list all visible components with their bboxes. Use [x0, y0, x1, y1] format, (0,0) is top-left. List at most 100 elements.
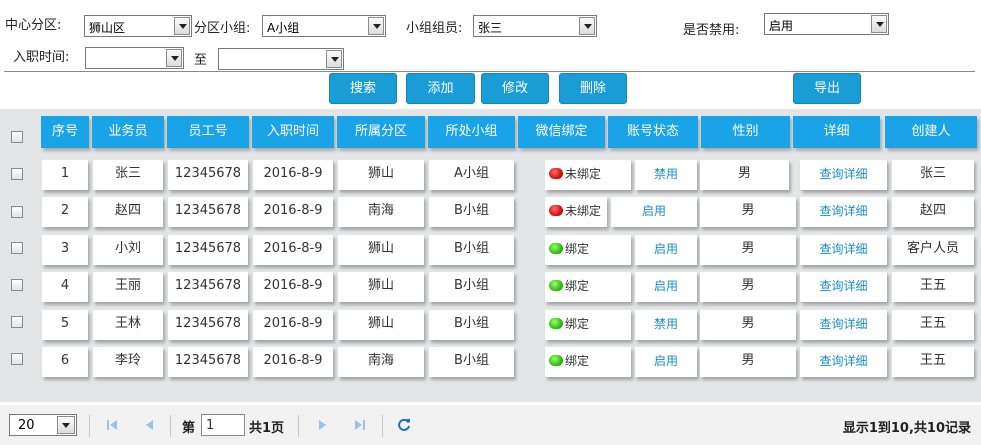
subgroup-value: A小组: [267, 21, 300, 35]
delete-button[interactable]: 删除: [559, 73, 627, 104]
status-link[interactable]: 禁用: [635, 310, 697, 340]
hire-date-from-select[interactable]: [85, 47, 184, 69]
row-checkbox[interactable]: [11, 168, 23, 180]
page-total-label: 共1页: [249, 421, 285, 436]
cell-salesman: 张三: [93, 160, 163, 190]
row-checkbox[interactable]: [11, 316, 23, 328]
chevron-down-icon[interactable]: [166, 49, 182, 67]
header-zone[interactable]: 所属分区: [337, 116, 425, 148]
chevron-down-icon[interactable]: [57, 416, 75, 434]
table-row[interactable]: 4 王丽 12345678 2016-8-9 狮山 B小组 绑定 启用 男 查询…: [0, 268, 981, 304]
add-button[interactable]: 添加: [406, 73, 475, 104]
cell-no: 1: [42, 160, 88, 190]
cell-hire-date: 2016-8-9: [253, 347, 333, 377]
cell-wechat: 未绑定: [545, 160, 631, 190]
cell-wechat: 未绑定: [545, 197, 607, 227]
view-detail-link[interactable]: 查询详细: [800, 160, 887, 190]
last-page-icon[interactable]: [352, 417, 368, 433]
cell-zone: 南海: [338, 197, 424, 227]
wechat-status-text: 未绑定: [565, 204, 602, 218]
header-gender[interactable]: 性别: [701, 116, 790, 148]
page-size-select[interactable]: 20: [9, 414, 77, 436]
table-row[interactable]: 1 张三 12345678 2016-8-9 狮山 A小组 未绑定 禁用 男 查…: [0, 156, 981, 192]
cell-no: 5: [42, 310, 88, 340]
header-hire-date[interactable]: 入职时间: [252, 116, 334, 148]
page-number-input[interactable]: 1: [201, 414, 245, 436]
cell-wechat: 绑定: [545, 310, 631, 340]
cell-creator: 赵四: [892, 197, 974, 227]
wechat-status-text: 绑定: [565, 317, 590, 331]
view-detail-link[interactable]: 查询详细: [800, 197, 887, 227]
view-detail-link[interactable]: 查询详细: [800, 235, 887, 265]
header-status[interactable]: 账号状态: [608, 116, 698, 148]
cell-group: B小组: [429, 272, 514, 302]
chevron-down-icon[interactable]: [871, 15, 887, 33]
view-detail-link[interactable]: 查询详细: [800, 310, 887, 340]
center-zone-select[interactable]: 狮山区: [84, 15, 192, 37]
refresh-icon[interactable]: [396, 417, 412, 433]
cell-hire-date: 2016-8-9: [253, 272, 333, 302]
hire-date-to-select[interactable]: [218, 48, 344, 70]
row-checkbox[interactable]: [11, 353, 23, 365]
cell-salesman: 王林: [93, 310, 163, 340]
cell-creator: 王五: [892, 347, 974, 377]
status-link[interactable]: 启用: [635, 272, 697, 302]
subgroup-select[interactable]: A小组: [262, 15, 386, 37]
chevron-down-icon[interactable]: [579, 17, 595, 35]
center-zone-label: 中心分区:: [5, 18, 62, 33]
cell-group: A小组: [429, 160, 514, 190]
chevron-down-icon[interactable]: [368, 17, 384, 35]
header-detail[interactable]: 详细: [793, 116, 880, 148]
wechat-status-text: 未绑定: [565, 167, 602, 181]
select-all-checkbox[interactable]: [11, 131, 23, 143]
first-page-icon[interactable]: [104, 417, 120, 433]
table-row[interactable]: 3 小刘 12345678 2016-8-9 狮山 B小组 绑定 启用 男 查询…: [0, 231, 981, 267]
cell-hire-date: 2016-8-9: [253, 235, 333, 265]
status-link[interactable]: 启用: [635, 235, 697, 265]
cell-creator: 王五: [892, 310, 974, 340]
bound-status-icon: [549, 355, 563, 366]
cell-salesman: 赵四: [93, 197, 163, 227]
export-button[interactable]: 导出: [793, 73, 861, 104]
header-salesman[interactable]: 业务员: [92, 116, 164, 148]
cell-salesman: 李玲: [93, 347, 163, 377]
status-link[interactable]: 启用: [611, 197, 697, 227]
cell-no: 2: [42, 197, 88, 227]
disabled-value: 启用: [769, 19, 794, 33]
wechat-status-text: 绑定: [565, 242, 590, 256]
edit-button[interactable]: 修改: [481, 73, 549, 104]
member-select[interactable]: 张三: [473, 15, 597, 37]
cell-wechat: 绑定: [545, 272, 631, 302]
unbound-status-icon: [549, 168, 563, 179]
row-checkbox[interactable]: [11, 279, 23, 291]
table-row[interactable]: 5 王林 12345678 2016-8-9 狮山 B小组 绑定 禁用 男 查询…: [0, 306, 981, 342]
prev-page-icon[interactable]: [141, 417, 157, 433]
status-link[interactable]: 禁用: [635, 160, 697, 190]
page-number-value: 1: [206, 418, 215, 433]
header-no[interactable]: 序号: [41, 116, 89, 148]
header-group[interactable]: 所处小组: [428, 116, 515, 148]
header-emp-id[interactable]: 员工号: [167, 116, 249, 148]
search-button[interactable]: 搜索: [329, 73, 397, 104]
status-link[interactable]: 启用: [635, 347, 697, 377]
cell-emp-id: 12345678: [168, 197, 248, 227]
view-detail-link[interactable]: 查询详细: [800, 347, 887, 377]
table-row[interactable]: 2 赵四 12345678 2016-8-9 南海 B小组 未绑定 启用 男 查…: [0, 193, 981, 229]
disabled-select[interactable]: 启用: [764, 13, 889, 35]
chevron-down-icon[interactable]: [326, 50, 342, 68]
member-label: 小组组员:: [406, 21, 463, 36]
next-page-icon[interactable]: [315, 417, 331, 433]
cell-hire-date: 2016-8-9: [253, 310, 333, 340]
cell-gender: 男: [700, 160, 789, 190]
cell-creator: 客户人员: [892, 235, 974, 265]
row-checkbox[interactable]: [11, 206, 23, 218]
header-creator[interactable]: 创建人: [885, 116, 977, 148]
view-detail-link[interactable]: 查询详细: [800, 272, 887, 302]
cell-no: 3: [42, 235, 88, 265]
chevron-down-icon[interactable]: [174, 17, 190, 35]
row-checkbox[interactable]: [11, 242, 23, 254]
table-row[interactable]: 6 李玲 12345678 2016-8-9 南海 B小组 绑定 启用 男 查询…: [0, 343, 981, 379]
cell-gender: 男: [700, 347, 796, 377]
header-wechat[interactable]: 微信绑定: [518, 116, 605, 148]
cell-group: B小组: [429, 347, 514, 377]
